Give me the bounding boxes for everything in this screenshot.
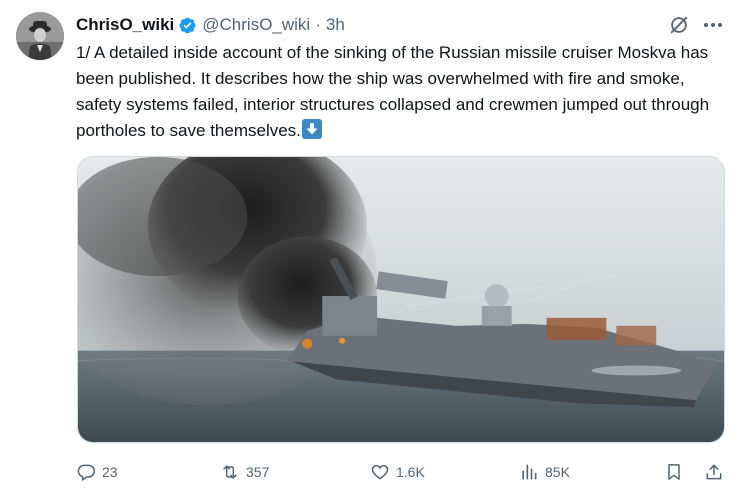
reply-count: 23 [102,464,118,480]
verified-badge-icon[interactable] [178,16,197,35]
tweet-text: 1/ A detailed inside account of the sink… [76,40,726,144]
tweet-body: 1/ A detailed inside account of the sink… [76,43,710,140]
share-icon [704,462,724,482]
like-count: 1.6K [396,464,425,480]
separator-dot: · [315,15,321,34]
timestamp[interactable]: 3h [326,13,345,37]
avatar[interactable] [16,12,64,60]
tweet-actions: 23 357 1.6K 85K [76,456,732,488]
like-button[interactable]: 1.6K [370,456,425,488]
views-icon [519,462,539,482]
bookmark-icon [664,462,684,482]
down-arrow-emoji-icon [301,119,322,139]
repost-count: 357 [246,464,270,480]
tweet-header: ChrisO_wiki @ChrisO_wiki · 3h [76,13,345,37]
heart-icon [370,462,390,482]
more-icon[interactable] [698,14,728,36]
repost-icon [220,462,240,482]
author-name[interactable]: ChrisO_wiki [76,13,174,37]
author-handle[interactable]: @ChrisO_wiki [202,13,310,37]
repost-button[interactable]: 357 [220,456,269,488]
views-count: 85K [545,464,570,480]
views-button[interactable]: 85K [519,456,570,488]
bookmark-button[interactable] [664,456,684,488]
grok-icon[interactable] [668,14,690,36]
share-button[interactable] [704,456,724,488]
tweet-photo[interactable] [77,156,725,443]
reply-button[interactable]: 23 [76,456,118,488]
reply-icon [76,462,96,482]
